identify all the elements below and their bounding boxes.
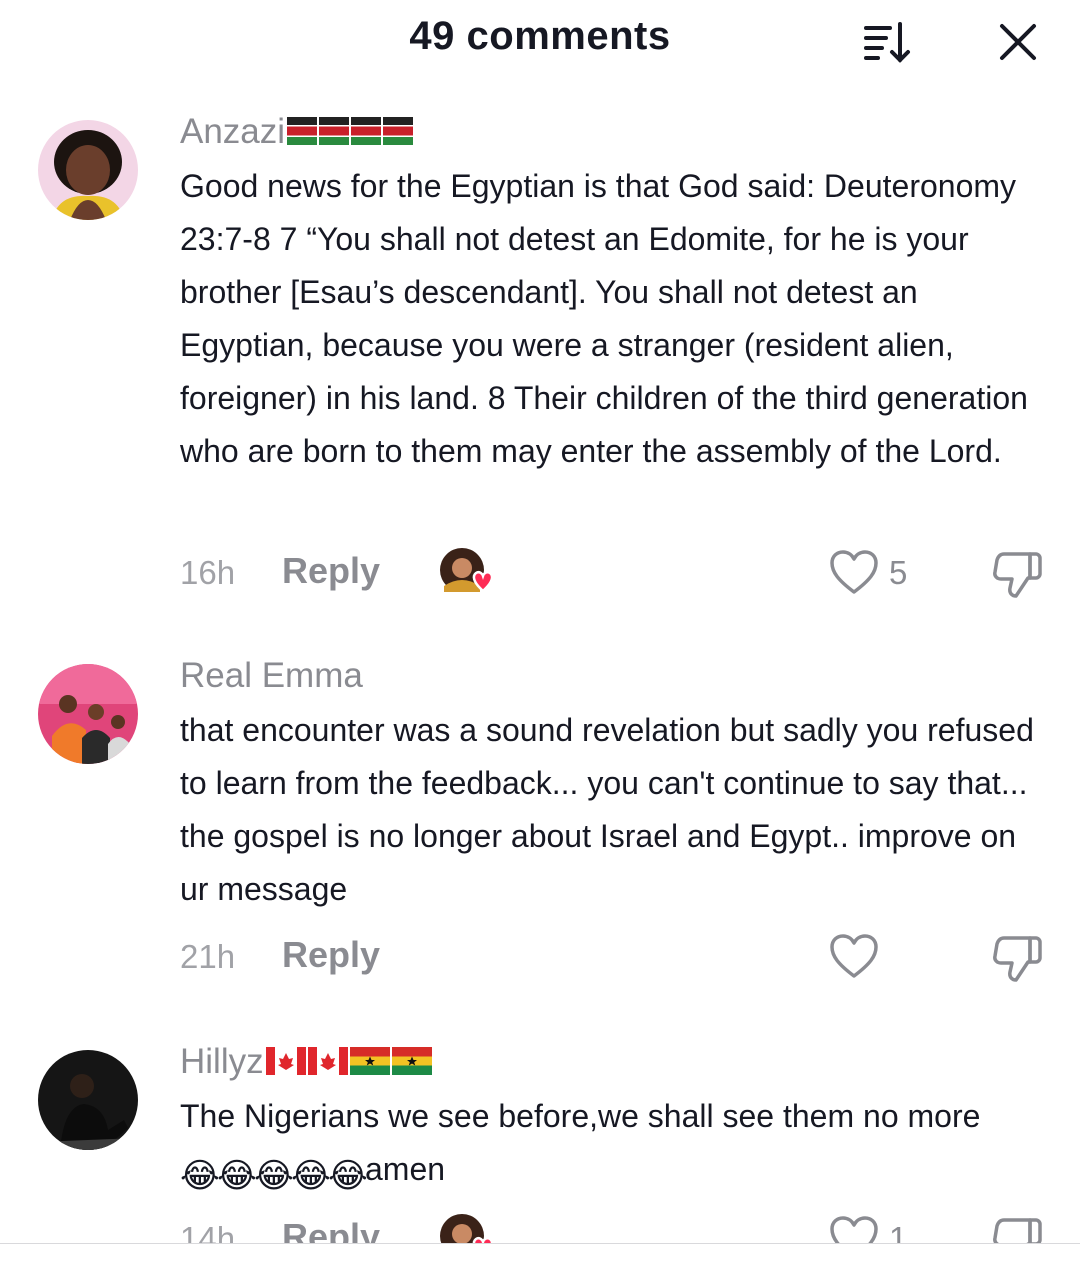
avatar[interactable]: [38, 664, 138, 764]
reply-button[interactable]: Reply: [282, 934, 380, 976]
tears-of-joy-emoji: 😂: [291, 1157, 331, 1195]
canada-ghana-flags: [265, 1042, 432, 1086]
comment-timestamp: 21h: [180, 938, 236, 975]
comment-username[interactable]: Hillyz: [180, 1040, 1050, 1084]
comment-text: Good news for the Egyptian is that God s…: [180, 168, 1028, 469]
like-heart-icon[interactable]: [828, 932, 880, 980]
comment-text: that encounter was a sound revelation bu…: [180, 712, 1034, 907]
comment-username[interactable]: Real Emma: [180, 654, 1050, 698]
comment-text-line: The Nigerians we see before,we shall see…: [180, 1098, 981, 1134]
like-heart-icon[interactable]: [828, 548, 880, 596]
comment-actions: 21h Reply: [0, 930, 1080, 986]
kenya-flags: [287, 112, 414, 156]
sort-icon[interactable]: [860, 18, 916, 66]
dislike-icon[interactable]: [992, 548, 1044, 600]
comment-text-suffix: amen: [365, 1151, 446, 1187]
tears-of-joy-emoji: 😂: [217, 1157, 257, 1195]
tears-of-joy-emoji: 😂: [328, 1157, 368, 1195]
tears-of-joy-emoji: 😂: [180, 1157, 220, 1195]
comment-input-bar[interactable]: [0, 1243, 1080, 1267]
close-icon[interactable]: [994, 18, 1042, 66]
dislike-icon[interactable]: [992, 932, 1044, 984]
creator-liked-badge: [438, 546, 496, 596]
comment-actions: 16h Reply 5: [0, 546, 1080, 602]
comments-count-title: 49 comments: [409, 14, 671, 58]
like-count: 5: [889, 554, 908, 591]
comments-header: 49 comments: [0, 0, 1080, 80]
tears-of-joy-emoji: 😂: [254, 1157, 294, 1195]
comment-username[interactable]: Anzazi: [180, 110, 1050, 154]
avatar[interactable]: [38, 120, 138, 220]
reply-button[interactable]: Reply: [282, 550, 380, 592]
comment-timestamp: 16h: [180, 554, 236, 591]
avatar[interactable]: [38, 1050, 138, 1150]
comment-text: The Nigerians we see before,we shall see…: [180, 1090, 1050, 1196]
